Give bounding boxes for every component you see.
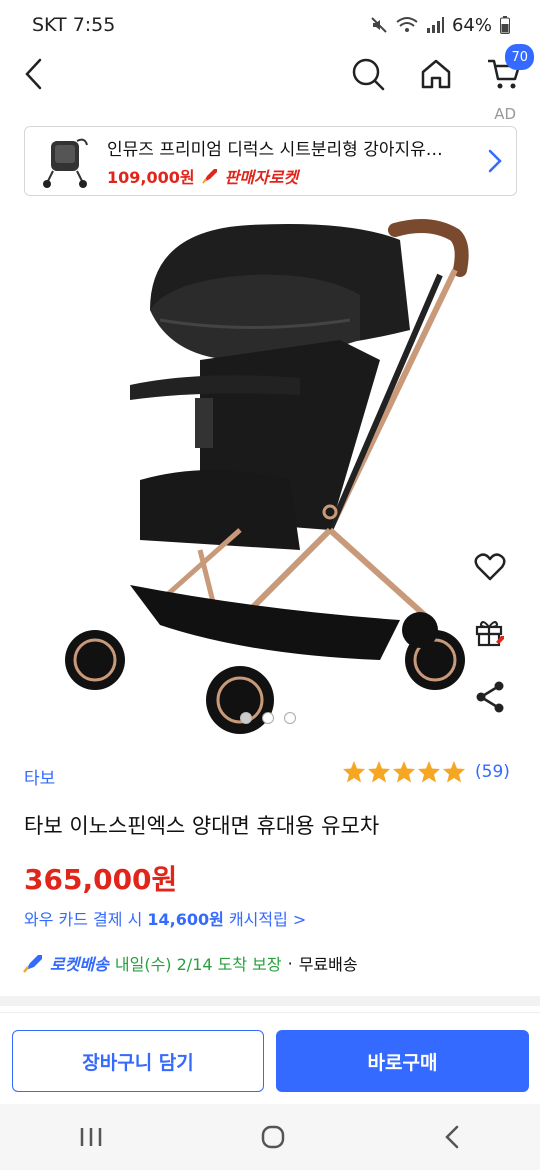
status-bar: SKT 7:55 64% (0, 0, 540, 50)
gallery-dot (240, 712, 252, 724)
brand-link[interactable]: 타보 (24, 764, 55, 789)
section-divider (0, 996, 540, 1006)
search-button[interactable] (348, 50, 388, 98)
heart-icon (474, 553, 506, 581)
share-button[interactable] (474, 680, 514, 718)
rocket-icon (201, 168, 217, 184)
home-button[interactable] (416, 50, 456, 98)
cashback-prefix: 와우 카드 결제 시 (24, 910, 148, 929)
delivery-fee: 무료배송 (298, 955, 358, 974)
signal-icon (426, 17, 444, 33)
status-time: SKT 7:55 (32, 14, 116, 36)
cashback-link[interactable]: 와우 카드 결제 시 14,600원 캐시적립 > (24, 906, 306, 930)
home-icon (421, 59, 451, 89)
search-icon (352, 58, 385, 91)
recent-apps-icon[interactable] (78, 1125, 104, 1149)
ad-seller-rocket-badge: 판매자로켓 (224, 167, 299, 187)
status-icons: 64% (370, 15, 510, 36)
gift-button[interactable] (474, 616, 514, 652)
delivery-info: 로켓배송 내일(수) 2/14 도착 보장 · 무료배송 (22, 951, 358, 975)
ad-banner[interactable]: 인뮤즈 프리미엄 디럭스 시트분리형 강아지유… 109,000원 판매자로켓 (24, 126, 517, 196)
buy-now-button[interactable]: 바로구매 (276, 1030, 529, 1092)
battery-icon (500, 16, 510, 34)
ad-price-row: 109,000원 판매자로켓 (107, 164, 488, 188)
ad-title: 인뮤즈 프리미엄 디럭스 시트분리형 강아지유… (107, 139, 443, 160)
rating[interactable]: (59) (342, 760, 510, 784)
star-icon (368, 761, 390, 783)
gallery-dot (262, 712, 274, 724)
cashback-amount: 14,600원 (147, 910, 224, 929)
product-price: 365,000원 (24, 863, 178, 896)
star-icon (443, 761, 465, 783)
home-nav-icon[interactable] (260, 1124, 286, 1150)
battery-text: 64% (451, 14, 492, 36)
chevron-left-icon (25, 58, 42, 90)
star-icon (418, 761, 440, 783)
review-count: (59) (475, 762, 510, 782)
bottom-action-bar: 장바구니 담기 바로구매 (0, 1012, 540, 1104)
rocket-delivery-label: 로켓배송 (50, 955, 109, 974)
delivery-date: 내일(수) 2/14 도착 보장 (114, 955, 282, 974)
add-to-cart-button[interactable]: 장바구니 담기 (12, 1030, 264, 1092)
cart-button[interactable]: 70 (484, 44, 534, 98)
gallery-indicator (240, 712, 296, 724)
back-button[interactable] (16, 50, 52, 98)
ad-label: AD (494, 105, 516, 123)
wifi-icon (396, 17, 418, 32)
cashback-suffix: 캐시적립 > (223, 910, 307, 929)
wishlist-button[interactable] (474, 552, 514, 586)
share-icon (476, 681, 504, 713)
system-navigation-bar (0, 1104, 540, 1170)
cart-count-badge: 70 (505, 44, 534, 70)
ad-price: 109,000원 (107, 167, 195, 187)
top-navigation: 70 (0, 44, 540, 98)
product-image[interactable] (0, 200, 540, 745)
gift-icon (475, 621, 504, 647)
mute-icon (371, 17, 387, 33)
ad-text: 인뮤즈 프리미엄 디럭스 시트분리형 강아지유… 109,000원 판매자로켓 (107, 135, 488, 188)
rocket-delivery-icon (23, 955, 42, 973)
delivery-separator: · (287, 953, 293, 973)
gallery-dot (284, 712, 296, 724)
back-nav-icon[interactable] (442, 1124, 462, 1150)
product-title: 타보 이노스핀엑스 양대면 휴대용 유모차 (24, 814, 380, 838)
chevron-right-icon (488, 149, 502, 173)
star-icon (393, 761, 415, 783)
star-icon (343, 761, 365, 783)
ad-product-thumbnail (43, 138, 88, 188)
